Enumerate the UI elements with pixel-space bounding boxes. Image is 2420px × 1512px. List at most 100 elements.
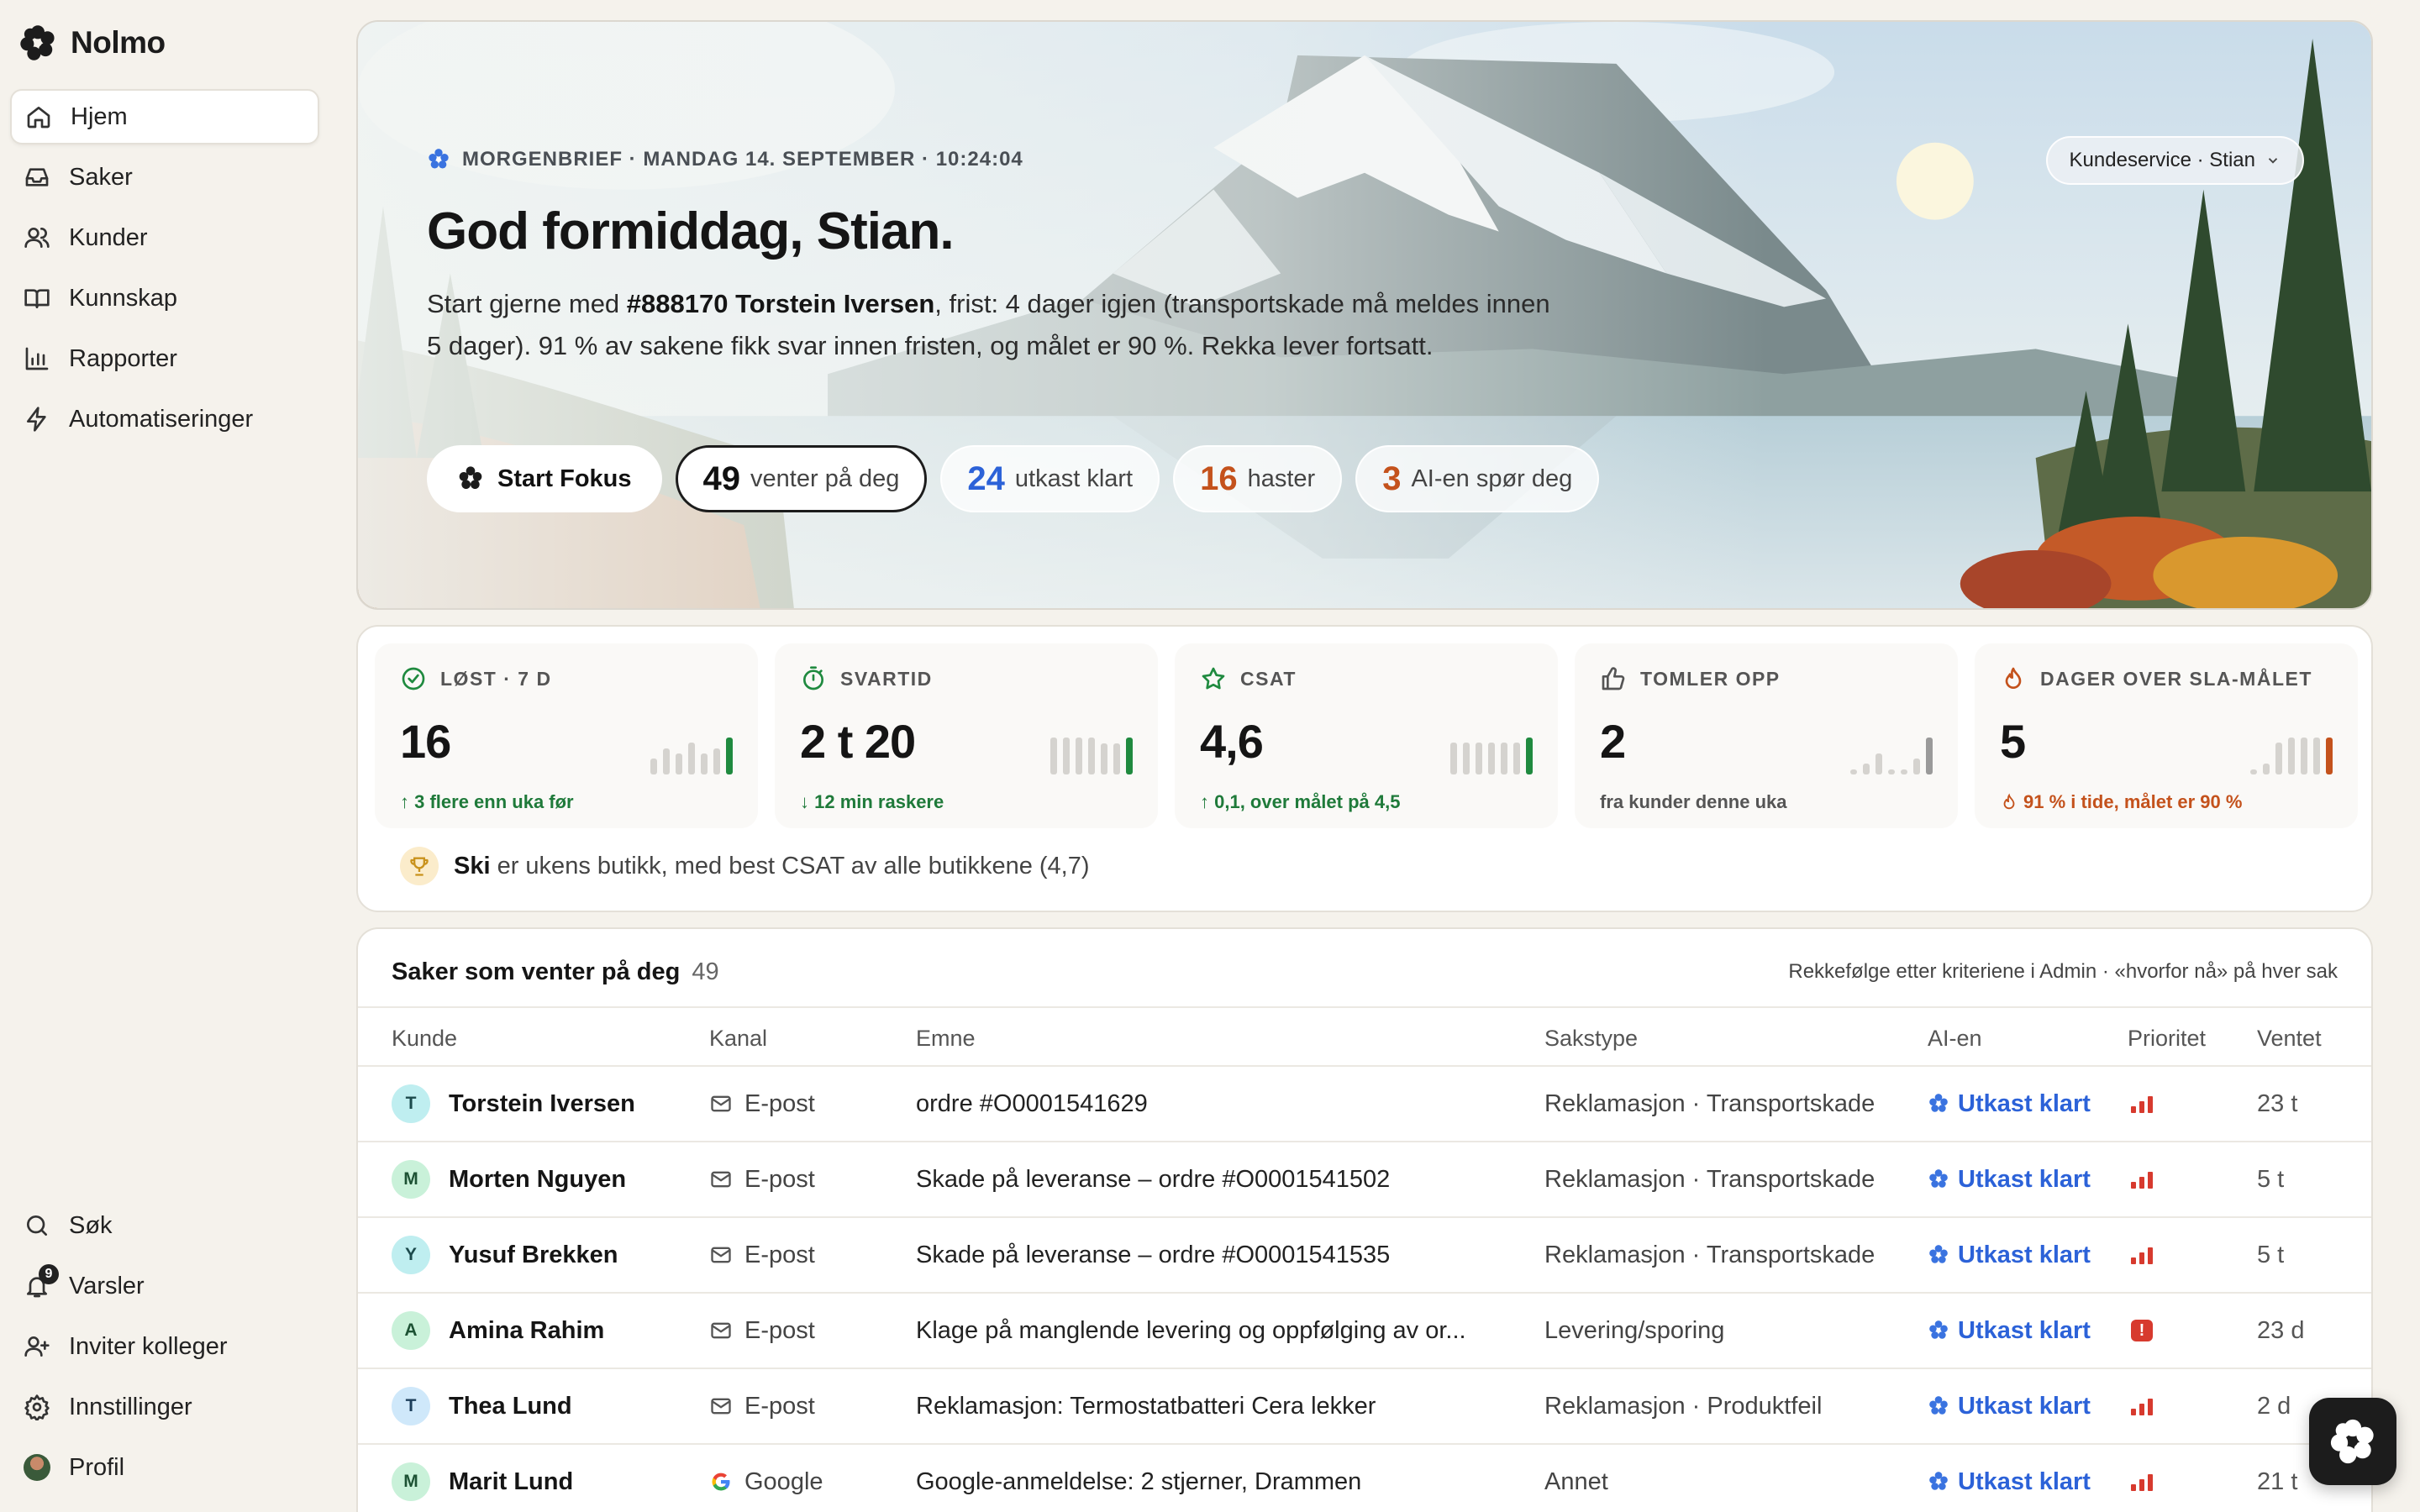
spark-bar <box>1913 759 1920 774</box>
pill-drafts[interactable]: 24 utkast klart <box>940 445 1160 512</box>
cell-case-type: Levering/sporing <box>1544 1316 1725 1344</box>
cell-channel: E-post <box>709 1218 902 1292</box>
stat-response-time[interactable]: SVARTID 2 t 20 ↓ 12 min raskere <box>775 643 1158 828</box>
spark-bar <box>676 753 682 774</box>
stat-sla-days[interactable]: DAGER OVER SLA-MÅLET 5 91 % i tide, måle… <box>1975 643 2358 828</box>
cell-ai-status[interactable]: Utkast klart <box>1928 1294 2129 1368</box>
col-ventet[interactable]: Ventet <box>2257 1008 2322 1068</box>
col-kanal[interactable]: Kanal <box>709 1008 767 1068</box>
col-kunde[interactable]: Kunde <box>392 1008 457 1068</box>
spark-bar <box>1076 738 1082 774</box>
stat-thumbs-up[interactable]: TOMLER OPP 2 fra kunder denne uka <box>1575 643 1958 828</box>
spark-bar <box>2263 764 2270 774</box>
ai-assistant-button[interactable] <box>2309 1398 2396 1485</box>
pill-waiting-label: venter på deg <box>750 465 900 492</box>
nolmo-flower-icon <box>2330 1419 2374 1464</box>
stat-label: CSAT <box>1240 667 1297 690</box>
stat-sub: ↑ 3 flere enn uka før <box>400 791 574 812</box>
cell-ai-status[interactable]: Utkast klart <box>1928 1369 2129 1443</box>
cell-case-type: Reklamasjon · Produktfeil <box>1544 1392 1823 1420</box>
stat-csat[interactable]: CSAT 4,6 ↑ 0,1, over målet på 4,5 <box>1175 643 1558 828</box>
nav-item-innstillinger[interactable]: Innstillinger <box>10 1379 319 1435</box>
cell-priority <box>2131 1445 2232 1512</box>
spark-bar <box>2301 738 2307 774</box>
col-emne[interactable]: Emne <box>916 1008 976 1068</box>
nav-item-inviter[interactable]: Inviter kolleger <box>10 1319 319 1374</box>
stat-sparkline <box>1450 738 1533 774</box>
table-row[interactable]: T Torstein Iversen E-post ordre #O000154162… <box>358 1067 2371 1142</box>
nav-item-saker[interactable]: Saker <box>10 150 319 205</box>
nav-item-kunder[interactable]: Kunder <box>10 210 319 265</box>
spark-bar <box>1113 743 1120 774</box>
pill-urgent[interactable]: 16 haster <box>1173 445 1343 512</box>
spark-bar <box>2250 769 2257 774</box>
nav-item-rapporter[interactable]: Rapporter <box>10 331 319 386</box>
nav-item-hjem[interactable]: Hjem <box>10 89 319 144</box>
brand-logo[interactable]: Nolmo <box>18 24 166 62</box>
table-row[interactable]: M Morten Nguyen E-post Skade på leveranse –… <box>358 1142 2371 1218</box>
spark-bar <box>1126 738 1133 774</box>
cell-customer: M Morten Nguyen <box>392 1142 702 1216</box>
channel-label: Google <box>744 1467 823 1495</box>
stat-solved[interactable]: LØST · 7 D 16 ↑ 3 flere enn uka før <box>375 643 758 828</box>
cell-waited: 23 t <box>2257 1089 2298 1117</box>
cell-ai-status[interactable]: Utkast klart <box>1928 1218 2129 1292</box>
gear-icon <box>24 1394 50 1420</box>
customer-avatar: A <box>392 1311 430 1350</box>
table-row[interactable]: T Thea Lund E-post Reklamasjon: Termostatba… <box>358 1369 2371 1445</box>
cell-ai-status[interactable]: Utkast klart <box>1928 1445 2129 1512</box>
spark-bar <box>1063 738 1070 774</box>
nav-item-profil[interactable]: Profil <box>10 1440 319 1495</box>
ai-sparkle-icon <box>1929 1094 1948 1112</box>
table-order-note[interactable]: Rekkefølge etter kriteriene i Admin · «h… <box>1788 960 2338 984</box>
col-prioritet[interactable]: Prioritet <box>2128 1008 2206 1068</box>
cell-priority <box>2131 1142 2232 1216</box>
cell-channel: E-post <box>709 1067 902 1141</box>
cell-priority: ! <box>2131 1294 2232 1368</box>
spark-bar <box>1901 769 1907 774</box>
cell-channel: E-post <box>709 1369 902 1443</box>
ai-status-label: Utkast klart <box>1958 1467 2091 1495</box>
flame-icon <box>2005 667 2022 689</box>
cell-waited: 5 t <box>2257 1241 2285 1268</box>
store-of-week: Ski er ukens butikk, med best CSAT av al… <box>400 847 1090 885</box>
stat-value: 5 <box>2000 715 2026 768</box>
stat-head: SVARTID <box>800 665 933 692</box>
nav-label: Kunnskap <box>69 284 177 312</box>
table-row[interactable]: A Amina Rahim E-post Klage på manglende lev… <box>358 1294 2371 1369</box>
nav-item-sok[interactable]: Søk <box>10 1198 319 1253</box>
team-selector[interactable]: Kundeservice · Stian <box>2045 136 2304 185</box>
stat-label: SVARTID <box>840 667 933 690</box>
brand-name: Nolmo <box>71 25 166 60</box>
stat-sparkline <box>2250 738 2333 774</box>
stat-head: CSAT <box>1200 665 1297 692</box>
start-focus-button[interactable]: Start Fokus <box>427 445 662 512</box>
mail-icon <box>711 1398 731 1415</box>
pill-waiting[interactable]: 49 venter på deg <box>675 445 928 512</box>
spark-bar <box>1513 743 1520 774</box>
trophy-badge <box>400 847 439 885</box>
cell-channel: Google <box>709 1445 902 1512</box>
team-selector-label: Kundeservice · Stian <box>2069 149 2255 171</box>
search-icon <box>27 1215 47 1236</box>
stat-value: 4,6 <box>1200 715 1264 768</box>
cell-customer: M Marit Lund <box>392 1445 702 1512</box>
nav-item-kunnskap[interactable]: Kunnskap <box>10 270 319 326</box>
table-row[interactable]: M Marit Lund Google Google-anmeldelse: 2 st… <box>358 1445 2371 1512</box>
pill-ai-questions[interactable]: 3 AI-en spør deg <box>1355 445 1600 512</box>
ai-status-label: Utkast klart <box>1958 1165 2091 1193</box>
nav-item-varsler[interactable]: 9 Varsler <box>10 1258 319 1314</box>
stat-head: DAGER OVER SLA-MÅLET <box>2000 665 2312 692</box>
col-ai[interactable]: AI-en <box>1928 1008 1982 1068</box>
summary-case-link[interactable]: #888170 Torstein Iversen <box>627 289 934 318</box>
col-sakstype[interactable]: Sakstype <box>1544 1008 1638 1068</box>
cell-ai-status[interactable]: Utkast klart <box>1928 1067 2129 1141</box>
waiting-cases-table: Saker som venter på deg 49 Rekkefølge ett… <box>356 927 2373 1512</box>
cell-ai-status[interactable]: Utkast klart <box>1928 1142 2129 1216</box>
channel-label: E-post <box>744 1089 815 1117</box>
stat-row: LØST · 7 D 16 ↑ 3 flere enn uka før SVAR… <box>375 643 2358 828</box>
nav-item-automatiseringer[interactable]: Automatiseringer <box>10 391 319 447</box>
table-row[interactable]: Y Yusuf Brekken E-post Skade på leveranse –… <box>358 1218 2371 1294</box>
customer-name: Torstein Iversen <box>449 1089 635 1117</box>
channel-label: E-post <box>744 1316 815 1344</box>
